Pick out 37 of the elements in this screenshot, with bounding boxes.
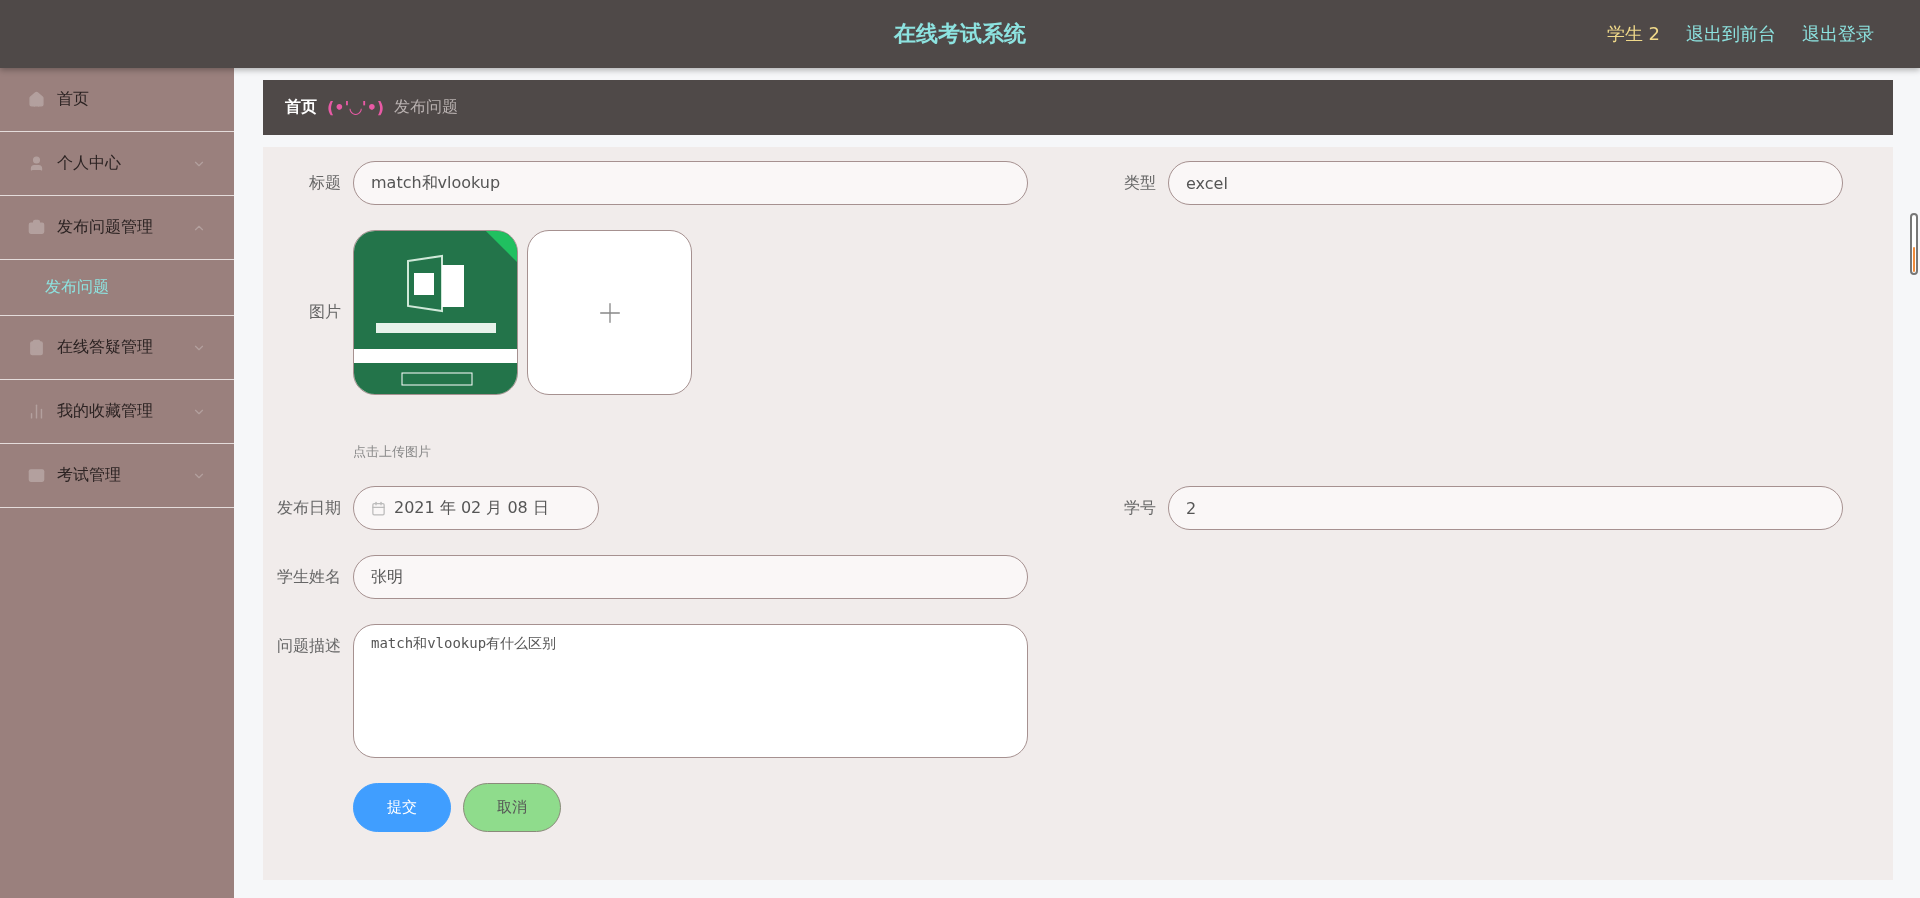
- field-label: 学号: [1123, 497, 1157, 519]
- upload-button[interactable]: [527, 230, 692, 395]
- field-label: 类型: [1123, 172, 1157, 194]
- menu-icon: [28, 155, 45, 172]
- date-field[interactable]: 2021 年 02 月 08 日: [353, 486, 599, 530]
- header-link[interactable]: 退出到前台: [1686, 22, 1776, 46]
- field-label: 学生姓名: [276, 566, 342, 588]
- field-label: 发布日期: [276, 497, 342, 519]
- sidebar-item[interactable]: 发布问题管理: [0, 196, 234, 260]
- sidebar-item[interactable]: 我的收藏管理: [0, 380, 234, 444]
- user-name: 学生 2: [1606, 22, 1660, 46]
- text-field[interactable]: 2: [1168, 486, 1843, 530]
- field-label: 问题描述: [276, 635, 342, 657]
- upload-hint: 点击上传图片: [353, 443, 432, 461]
- description-field[interactable]: match和vlookup有什么区别: [353, 624, 1028, 758]
- sidebar-item[interactable]: 首页: [0, 68, 234, 132]
- field-label: 图片: [308, 302, 342, 323]
- sidebar-item[interactable]: 个人中心: [0, 132, 234, 196]
- menu-icon: [28, 91, 45, 108]
- breadcrumb-current: 发布问题: [394, 97, 459, 118]
- scrollbar[interactable]: [1910, 213, 1918, 275]
- breadcrumb-home[interactable]: 首页: [285, 97, 317, 118]
- header-link[interactable]: 退出登录: [1802, 22, 1874, 46]
- text-field[interactable]: match和vlookup: [353, 161, 1028, 205]
- field-label: 标题: [308, 172, 342, 194]
- menu-icon: [28, 339, 45, 356]
- calendar-icon: [371, 500, 386, 516]
- menu-icon: [28, 403, 45, 420]
- cancel-button[interactable]: 取消: [463, 783, 561, 832]
- menu-icon: [28, 467, 45, 484]
- breadcrumb-separator: (•'◡'•): [327, 98, 385, 117]
- sidebar-item[interactable]: 在线答疑管理: [0, 316, 234, 380]
- text-field[interactable]: 张明: [353, 555, 1028, 599]
- sidebar-item[interactable]: 考试管理: [0, 444, 234, 508]
- text-field[interactable]: excel: [1168, 161, 1843, 205]
- app-title: 在线考试系统: [894, 20, 1026, 48]
- menu-icon: [28, 219, 45, 236]
